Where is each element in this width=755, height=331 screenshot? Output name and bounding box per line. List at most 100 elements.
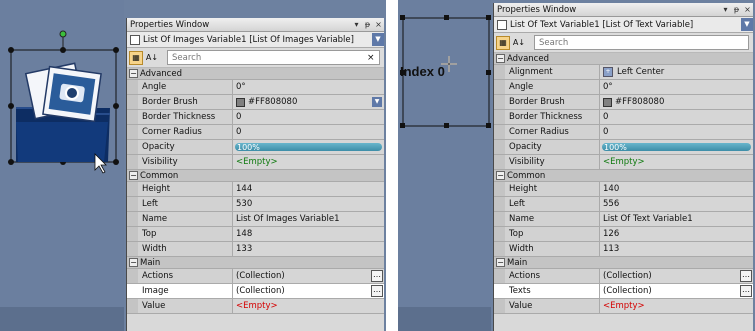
property-row[interactable]: Border Brush #FF808080 — [494, 95, 753, 110]
close-icon[interactable]: × — [742, 5, 753, 14]
property-value[interactable]: 148 — [233, 227, 384, 241]
opacity-slider[interactable]: 100% — [233, 140, 384, 154]
property-value[interactable]: #FF808080 — [600, 95, 753, 109]
design-canvas-right[interactable]: Index 0 — [398, 0, 491, 331]
property-row[interactable]: Alignment + Left Center — [494, 65, 753, 80]
property-value[interactable]: List Of Images Variable1 — [233, 212, 384, 226]
property-row[interactable]: Top 126 — [494, 227, 753, 242]
property-value[interactable]: (Collection)… — [233, 284, 384, 298]
property-row[interactable]: Border Thickness 0 — [127, 110, 384, 125]
actions-value: (Collection) — [603, 271, 652, 281]
camera-icon — [65, 86, 79, 100]
property-value[interactable]: 0 — [233, 110, 384, 124]
property-row[interactable]: Angle 0° — [127, 80, 384, 95]
property-row[interactable]: Actions (Collection)… — [494, 269, 753, 284]
chevron-down-icon[interactable]: ▼ — [372, 97, 382, 107]
window-menu-icon[interactable]: ▾ — [351, 20, 362, 29]
search-input[interactable]: Search — [534, 35, 749, 50]
property-value[interactable]: <Empty> — [233, 299, 384, 313]
property-row[interactable]: Height 140 — [494, 182, 753, 197]
ellipsis-button[interactable]: … — [740, 270, 752, 282]
collapse-icon[interactable]: − — [496, 54, 505, 63]
property-row[interactable]: Value <Empty> — [494, 299, 753, 314]
category-advanced[interactable]: − Advanced — [127, 68, 384, 80]
property-value[interactable]: #FF808080 ▼ — [233, 95, 384, 109]
design-canvas-left[interactable] — [0, 0, 124, 331]
selection-box-left[interactable] — [0, 30, 124, 230]
property-row[interactable]: Height 144 — [127, 182, 384, 197]
collapse-icon[interactable]: − — [496, 171, 505, 180]
property-row[interactable]: Left 556 — [494, 197, 753, 212]
property-value[interactable]: 113 — [600, 242, 753, 256]
collapse-icon[interactable]: − — [129, 69, 138, 78]
property-row[interactable]: Actions (Collection)… — [127, 269, 384, 284]
chevron-down-icon[interactable]: ▼ — [372, 33, 384, 46]
property-value[interactable]: 530 — [233, 197, 384, 211]
property-value[interactable]: 0 — [233, 125, 384, 139]
property-row-texts-highlighted[interactable]: Texts (Collection)… — [494, 284, 753, 299]
property-value[interactable]: 0° — [233, 80, 384, 94]
property-row[interactable]: Width 133 — [127, 242, 384, 257]
category-main[interactable]: − Main — [494, 257, 753, 269]
property-value[interactable]: 556 — [600, 197, 753, 211]
property-row[interactable]: Border Thickness 0 — [494, 110, 753, 125]
window-menu-icon[interactable]: ▾ — [720, 5, 731, 14]
property-value[interactable]: 133 — [233, 242, 384, 256]
close-icon[interactable]: × — [373, 20, 384, 29]
property-value[interactable]: List Of Text Variable1 — [600, 212, 753, 226]
property-value[interactable]: 0 — [600, 125, 753, 139]
property-row[interactable]: Corner Radius 0 — [127, 125, 384, 140]
property-row[interactable]: Border Brush #FF808080 ▼ — [127, 95, 384, 110]
alignment-selector[interactable]: + Left Center — [600, 65, 753, 79]
property-name: Width — [138, 242, 233, 256]
property-row[interactable]: Name List Of Text Variable1 — [494, 212, 753, 227]
object-selector[interactable]: List Of Text Variable1 [List Of Text Var… — [494, 17, 753, 33]
property-row[interactable]: Name List Of Images Variable1 — [127, 212, 384, 227]
property-row[interactable]: Corner Radius 0 — [494, 125, 753, 140]
ellipsis-button[interactable]: … — [371, 285, 383, 297]
alphabetical-sort-button[interactable]: A↓ — [145, 51, 159, 65]
property-value[interactable]: (Collection)… — [233, 269, 384, 283]
property-value[interactable]: 0 — [600, 110, 753, 124]
property-value[interactable]: 0° — [600, 80, 753, 94]
property-value[interactable]: <Empty> — [600, 155, 753, 169]
selection-box-right[interactable] — [398, 10, 491, 160]
search-input[interactable]: Search × — [167, 50, 380, 65]
chevron-down-icon[interactable]: ▼ — [741, 18, 753, 31]
property-row[interactable]: Left 530 — [127, 197, 384, 212]
property-value[interactable]: (Collection) … — [600, 269, 753, 283]
collapse-icon[interactable]: − — [496, 258, 505, 267]
object-selector[interactable]: List Of Images Variable1 [List Of Images… — [127, 32, 384, 48]
property-value[interactable]: <Empty> — [600, 299, 753, 313]
property-row[interactable]: Angle 0° — [494, 80, 753, 95]
property-row[interactable]: Opacity 100% — [494, 140, 753, 155]
ellipsis-button[interactable]: … — [740, 285, 752, 297]
alphabetical-sort-button[interactable]: A↓ — [512, 36, 526, 50]
pin-icon[interactable]: ᵽ — [731, 5, 742, 14]
property-row[interactable]: Width 113 — [494, 242, 753, 257]
object-type-icon — [130, 34, 140, 45]
property-value[interactable]: (Collection)… — [600, 284, 753, 298]
category-common[interactable]: − Common — [494, 170, 753, 182]
property-row[interactable]: Visibility <Empty> — [494, 155, 753, 170]
clear-search-icon[interactable]: × — [367, 53, 379, 63]
property-value[interactable]: 140 — [600, 182, 753, 196]
collapse-icon[interactable]: − — [129, 171, 138, 180]
property-row[interactable]: Value <Empty> — [127, 299, 384, 314]
property-row[interactable]: Top 148 — [127, 227, 384, 242]
categorized-view-button[interactable]: ▦ — [496, 35, 510, 50]
opacity-slider[interactable]: 100% — [600, 140, 753, 154]
collapse-icon[interactable]: − — [129, 258, 138, 267]
category-main[interactable]: − Main — [127, 257, 384, 269]
category-advanced[interactable]: − Advanced — [494, 53, 753, 65]
category-common[interactable]: − Common — [127, 170, 384, 182]
property-value[interactable]: <Empty> — [233, 155, 384, 169]
pin-icon[interactable]: ᵽ — [362, 20, 373, 29]
ellipsis-button[interactable]: … — [371, 270, 383, 282]
property-row[interactable]: Opacity 100% — [127, 140, 384, 155]
property-row-image-highlighted[interactable]: Image (Collection)… — [127, 284, 384, 299]
property-value[interactable]: 126 — [600, 227, 753, 241]
property-row[interactable]: Visibility <Empty> — [127, 155, 384, 170]
categorized-view-button[interactable]: ▦ — [129, 50, 143, 65]
property-value[interactable]: 144 — [233, 182, 384, 196]
